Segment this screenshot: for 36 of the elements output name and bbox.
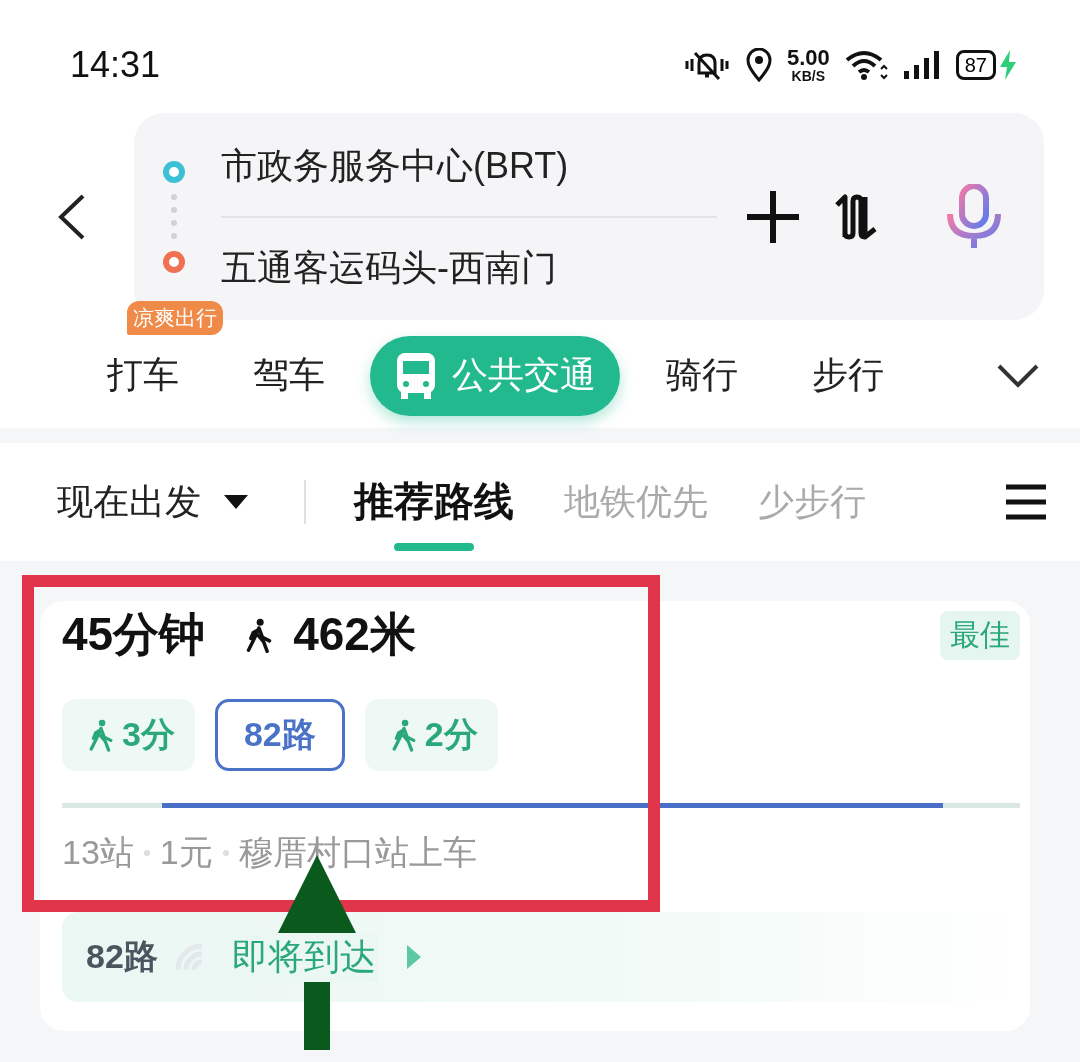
play-arrow-icon [405,944,422,970]
bus-icon [394,350,438,401]
walking-person-icon [245,617,274,653]
signal-icon [901,49,942,81]
route-tab[interactable]: 推荐路线 [354,467,514,551]
caret-icon [223,494,249,510]
network-speed: 5.00 KB/S [786,47,830,83]
bus-line-chip: 82路 [214,699,345,771]
walking-person-icon [88,718,114,752]
mode-tab[interactable]: 骑行 [666,351,738,400]
walking-distance: 462米 [293,607,416,662]
route-detail: 1元 [159,832,213,873]
battery-level: 87 [955,50,996,80]
walk-segment-chip: 2分 [364,699,498,771]
origin-field[interactable]: 市政务服务中心(BRT) [221,115,717,216]
wifi-icon [843,49,888,81]
trip-duration: 45分钟 [62,607,206,662]
departure-time-dropdown[interactable]: 现在出发 [57,477,249,527]
mode-tab[interactable]: 打车 [107,351,179,400]
destination-dot-icon [162,249,186,274]
best-route-badge: 最佳 [940,610,1020,660]
origin-dot-icon [162,159,186,184]
location-pin-icon [744,48,773,82]
walk-segment-chip: 3分 [62,699,195,771]
mode-tab[interactable]: 步行 [812,351,884,400]
menu-icon[interactable] [1006,484,1046,520]
promo-badge: 凉爽出行 [127,301,223,335]
walking-person-icon [390,718,417,752]
microphone-icon[interactable] [946,183,1002,250]
destination-field[interactable]: 五通客运码头-西南门 [221,217,717,318]
mode-tab[interactable]: 驾车 [253,351,325,400]
dotted-line-icon [170,191,178,242]
route-detail: 13站 [62,832,134,873]
clock: 14:31 [70,44,162,86]
bus-line: 82路 [86,936,158,977]
add-icon[interactable] [745,188,801,245]
